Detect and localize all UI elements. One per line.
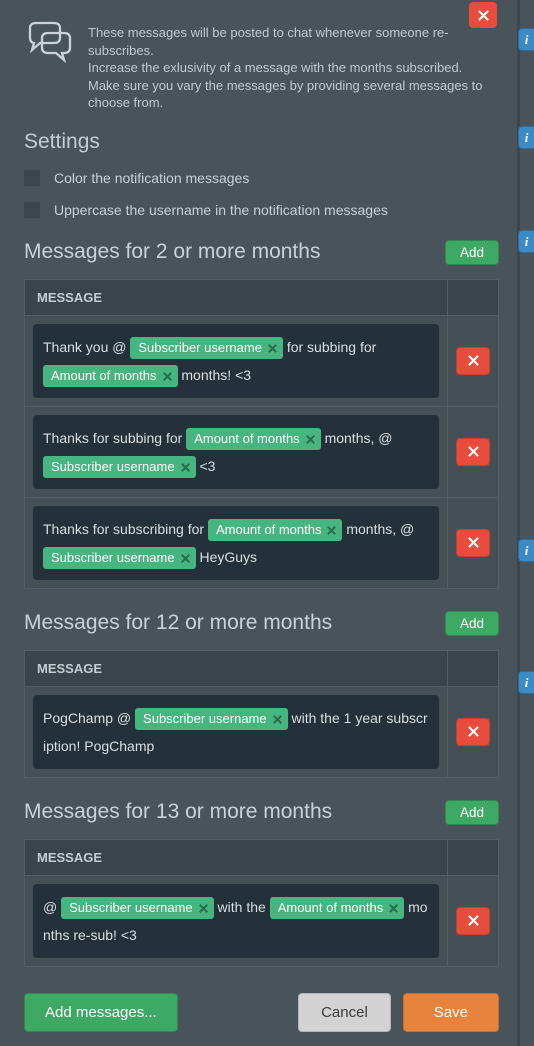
message-row: @ Subscriber username with the Amount of… <box>25 875 499 966</box>
messages-table: MESSAGE PogChamp @ Subscriber username wi… <box>24 650 499 778</box>
checkbox-label: Color the notification messages <box>54 170 249 186</box>
x-icon <box>468 446 479 457</box>
actions-column-header <box>448 279 499 315</box>
remove-token-icon[interactable] <box>181 554 190 563</box>
message-content[interactable]: @ Subscriber username with the Amount of… <box>33 884 439 958</box>
delete-message-button[interactable] <box>456 347 490 375</box>
message-content[interactable]: Thanks for subbing for Amount of months … <box>33 415 439 489</box>
message-content[interactable]: Thank you @ Subscriber username for subb… <box>33 324 439 398</box>
message-column-header: MESSAGE <box>25 279 448 315</box>
remove-token-icon[interactable] <box>273 715 282 724</box>
token-label: Amount of months <box>216 522 322 538</box>
amount-of-months-token[interactable]: Amount of months <box>186 428 321 450</box>
add-message-button[interactable]: Add <box>445 611 499 636</box>
amount-of-months-token[interactable]: Amount of months <box>270 897 405 919</box>
subscriber-username-token[interactable]: Subscriber username <box>130 337 283 359</box>
section-title: Messages for 12 or more months <box>24 611 332 635</box>
message-content[interactable]: Thanks for subscribing for Amount of mon… <box>33 506 439 580</box>
subscriber-username-token[interactable]: Subscriber username <box>43 547 196 569</box>
uppercase-username-checkbox-row[interactable]: Uppercase the username in the notificati… <box>24 202 499 218</box>
info-tab[interactable]: i <box>518 230 534 253</box>
section-title: Messages for 13 or more months <box>24 800 332 824</box>
subscriber-username-token[interactable]: Subscriber username <box>43 456 196 478</box>
message-column-header: MESSAGE <box>25 839 448 875</box>
x-icon <box>468 537 479 548</box>
token-label: Amount of months <box>51 368 157 384</box>
delete-message-button[interactable] <box>456 907 490 935</box>
info-icon: i <box>525 675 529 691</box>
intro-line: Make sure you vary the messages by provi… <box>88 77 499 112</box>
message-row: Thanks for subscribing for Amount of mon… <box>25 497 499 588</box>
actions-column-header <box>448 650 499 686</box>
amount-of-months-token[interactable]: Amount of months <box>43 365 178 387</box>
color-notifications-checkbox-row[interactable]: Color the notification messages <box>24 170 499 186</box>
add-message-button[interactable]: Add <box>445 800 499 825</box>
remove-token-icon[interactable] <box>306 435 315 444</box>
intro-text: These messages will be posted to chat wh… <box>88 24 499 112</box>
delete-message-button[interactable] <box>456 718 490 746</box>
cancel-button[interactable]: Cancel <box>298 993 391 1032</box>
remove-token-icon[interactable] <box>268 344 277 353</box>
close-dialog-button[interactable] <box>469 2 497 28</box>
remove-token-icon[interactable] <box>389 904 398 913</box>
token-label: Amount of months <box>194 431 300 447</box>
amount-of-months-token[interactable]: Amount of months <box>208 519 343 541</box>
section-head: Messages for 13 or more months Add <box>24 800 499 825</box>
resub-messages-dialog: These messages will be posted to chat wh… <box>0 0 520 1046</box>
x-icon <box>468 915 479 926</box>
checkbox-box[interactable] <box>24 202 40 218</box>
settings-heading: Settings <box>24 130 499 154</box>
delete-message-button[interactable] <box>456 529 490 557</box>
info-tab[interactable]: i <box>518 126 534 149</box>
add-messages-button[interactable]: Add messages... <box>24 993 178 1032</box>
save-button[interactable]: Save <box>403 993 499 1032</box>
remove-token-icon[interactable] <box>181 463 190 472</box>
intro-line: These messages will be posted to chat wh… <box>88 24 499 59</box>
info-icon: i <box>525 543 529 559</box>
subscriber-username-token[interactable]: Subscriber username <box>61 897 214 919</box>
intro-block: These messages will be posted to chat wh… <box>24 0 499 112</box>
intro-line: Increase the exlusivity of a message wit… <box>88 59 499 77</box>
x-icon <box>468 355 479 366</box>
x-icon <box>468 726 479 737</box>
info-tab[interactable]: i <box>518 28 534 51</box>
chat-bubbles-icon <box>24 20 72 68</box>
token-label: Subscriber username <box>143 711 267 727</box>
info-icon: i <box>525 234 529 250</box>
messages-table: MESSAGE @ Subscriber username with the Am… <box>24 839 499 967</box>
message-column-header: MESSAGE <box>25 650 448 686</box>
token-label: Amount of months <box>278 900 384 916</box>
token-label: Subscriber username <box>51 550 175 566</box>
token-label: Subscriber username <box>51 459 175 475</box>
delete-message-button[interactable] <box>456 438 490 466</box>
dialog-footer: Add messages... Cancel Save <box>24 993 499 1032</box>
section-title: Messages for 2 or more months <box>24 240 320 264</box>
actions-column-header <box>448 839 499 875</box>
checkbox-box[interactable] <box>24 170 40 186</box>
message-content[interactable]: PogChamp @ Subscriber username with the … <box>33 695 439 769</box>
remove-token-icon[interactable] <box>327 526 336 535</box>
info-tab[interactable]: i <box>518 671 534 694</box>
subscriber-username-token[interactable]: Subscriber username <box>135 708 288 730</box>
checkbox-label: Uppercase the username in the notificati… <box>54 202 388 218</box>
info-tab[interactable]: i <box>518 539 534 562</box>
info-icon: i <box>525 32 529 48</box>
message-row: PogChamp @ Subscriber username with the … <box>25 686 499 777</box>
messages-table: MESSAGE Thank you @ Subscriber username f… <box>24 279 499 589</box>
token-label: Subscriber username <box>69 900 193 916</box>
section-head: Messages for 12 or more months Add <box>24 611 499 636</box>
x-icon <box>478 10 489 21</box>
info-icon: i <box>525 130 529 146</box>
section-head: Messages for 2 or more months Add <box>24 240 499 265</box>
message-row: Thank you @ Subscriber username for subb… <box>25 315 499 406</box>
remove-token-icon[interactable] <box>199 904 208 913</box>
message-row: Thanks for subbing for Amount of months … <box>25 406 499 497</box>
add-message-button[interactable]: Add <box>445 240 499 265</box>
token-label: Subscriber username <box>138 340 262 356</box>
remove-token-icon[interactable] <box>163 372 172 381</box>
